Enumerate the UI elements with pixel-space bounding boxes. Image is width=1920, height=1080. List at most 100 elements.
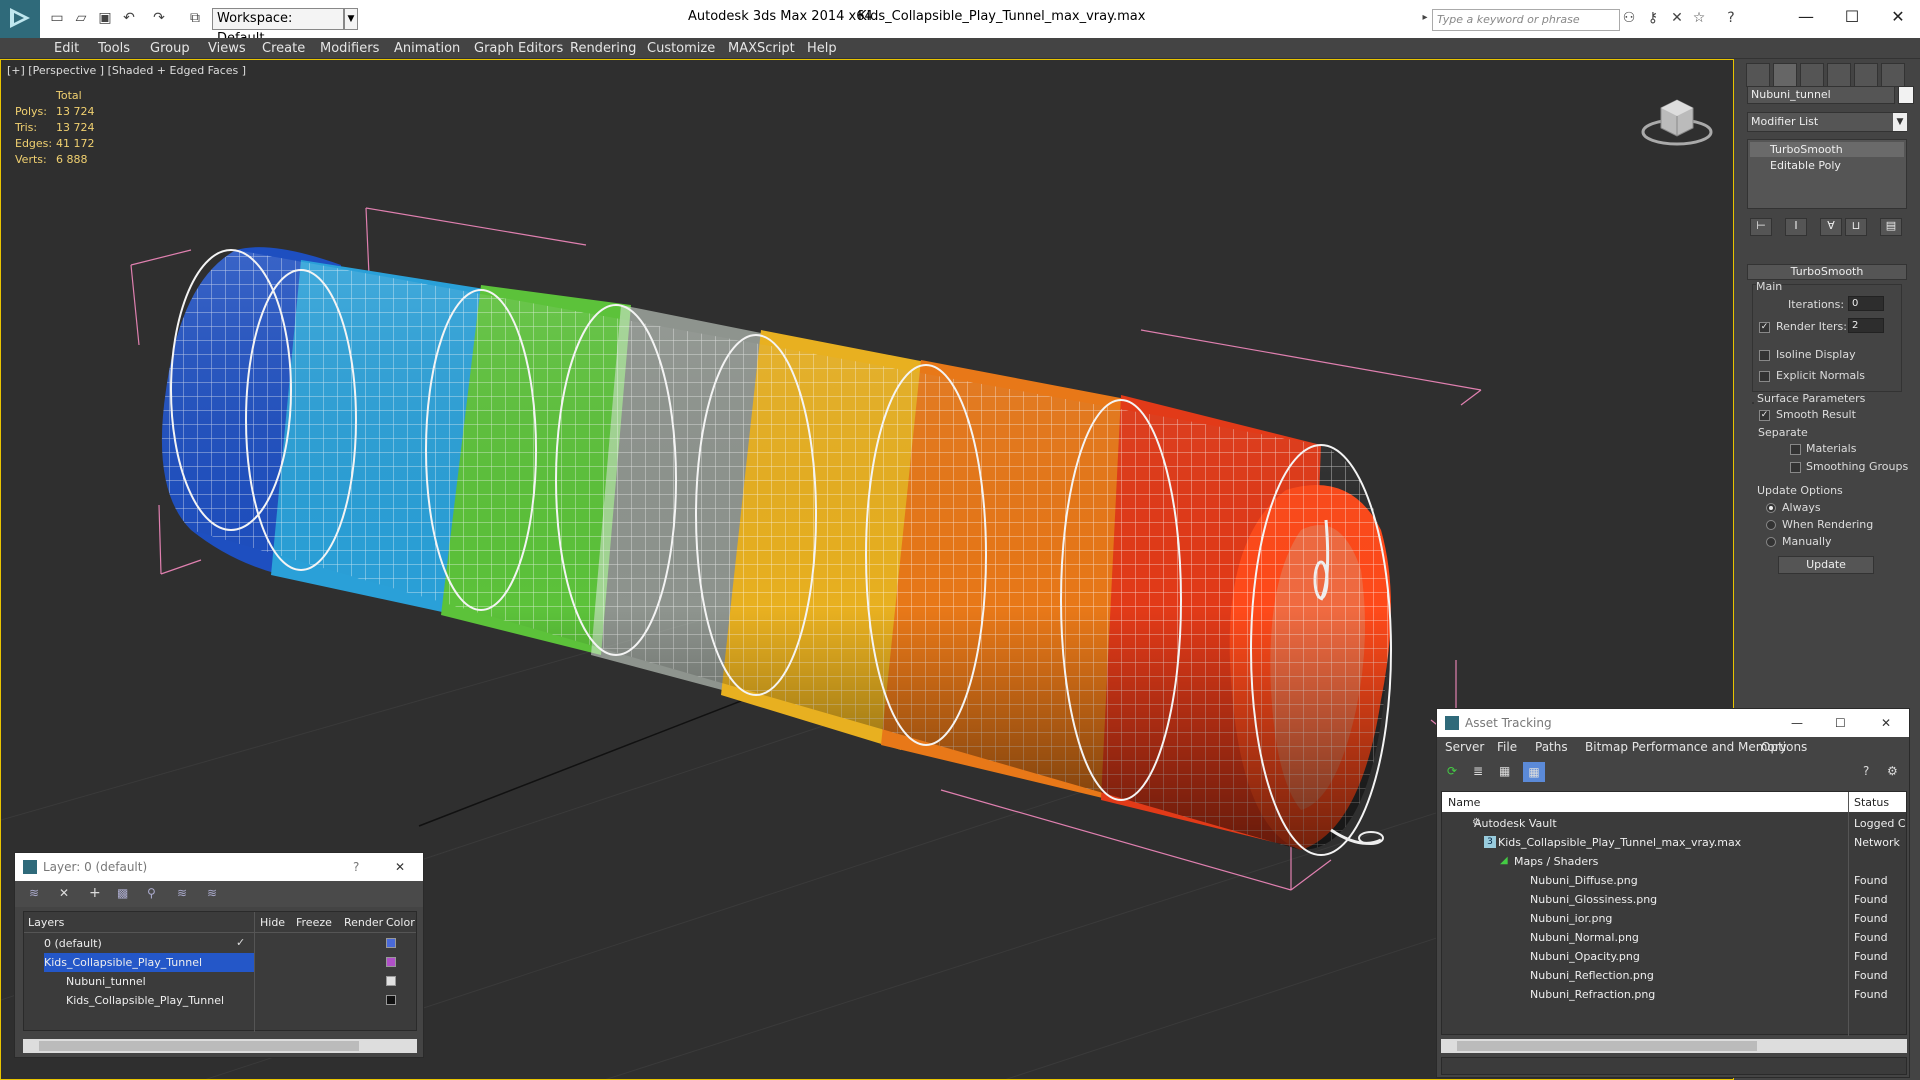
thumbnail-view-icon[interactable]: ▦ — [1499, 764, 1510, 778]
binoculars-icon[interactable]: ⚇ — [1620, 9, 1638, 27]
motion-tab-icon[interactable] — [1827, 63, 1851, 87]
asset-row[interactable]: Nubuni_Glossiness.png — [1530, 890, 1657, 909]
object-name-field[interactable]: Nubuni_tunnel — [1747, 86, 1895, 104]
manually-radio[interactable] — [1766, 537, 1776, 547]
menu-group[interactable]: Group — [150, 41, 190, 56]
asset-row[interactable]: Nubuni_Opacity.png — [1530, 947, 1640, 966]
asset-panel-header[interactable]: Asset Tracking — ☐ ✕ — [1437, 709, 1909, 737]
update-button[interactable]: Update — [1778, 556, 1874, 574]
minimize-button[interactable]: — — [1786, 4, 1826, 30]
menu-rendering[interactable]: Rendering — [570, 41, 636, 56]
layer-color-swatch[interactable] — [386, 976, 396, 986]
new-layer-icon[interactable]: ≋ — [29, 886, 39, 900]
asset-row[interactable]: Kids_Collapsible_Play_Tunnel_max_vray.ma… — [1498, 833, 1741, 852]
refresh-icon[interactable]: ⟳ — [1447, 764, 1457, 778]
layer-row[interactable]: Kids_Collapsible_Play_Tunnel — [66, 991, 252, 1010]
asset-row[interactable]: Nubuni_Reflection.png — [1530, 966, 1654, 985]
menu-maxscript[interactable]: MAXScript — [728, 41, 795, 56]
hierarchy-tab-icon[interactable] — [1800, 63, 1824, 87]
delete-layer-icon[interactable]: ✕ — [59, 886, 69, 900]
table-view-icon[interactable]: ▦ — [1523, 762, 1545, 782]
render-iters-checkbox[interactable]: ✓ — [1759, 322, 1770, 333]
explicit-normals-checkbox[interactable] — [1759, 371, 1770, 382]
search-expand-icon[interactable]: ▸ — [1420, 9, 1430, 27]
help-icon[interactable]: ? — [353, 853, 359, 881]
menu-tools[interactable]: Tools — [98, 41, 130, 56]
asset-menu-options[interactable]: Options — [1761, 740, 1807, 754]
menu-edit[interactable]: Edit — [54, 41, 79, 56]
asset-path-field[interactable] — [1441, 1057, 1907, 1075]
materials-checkbox[interactable] — [1790, 444, 1801, 455]
col-render[interactable]: Render — [344, 916, 383, 929]
keyword-search-input[interactable]: Type a keyword or phrase — [1432, 9, 1620, 31]
star-icon[interactable]: ☆ — [1690, 9, 1708, 27]
asset-row[interactable]: Autodesk Vault — [1474, 814, 1557, 833]
show-end-result-icon[interactable]: I — [1785, 218, 1807, 236]
current-layer-check-icon[interactable]: ✓ — [236, 936, 245, 949]
always-radio[interactable] — [1766, 503, 1776, 513]
asset-menu-file[interactable]: File — [1497, 740, 1517, 754]
undo-icon[interactable]: ↶ — [120, 9, 138, 27]
layer-panel-header[interactable]: Layer: 0 (default) ? ✕ — [15, 853, 423, 881]
asset-row[interactable]: Nubuni_Refraction.png — [1530, 985, 1655, 1004]
asset-row[interactable]: Nubuni_ior.png — [1530, 909, 1612, 928]
menu-animation[interactable]: Animation — [394, 41, 460, 56]
key-icon[interactable]: ⚷ — [1644, 9, 1662, 27]
modify-tab-icon[interactable] — [1773, 63, 1797, 87]
maximize-button[interactable]: ☐ — [1832, 4, 1872, 30]
isoline-display-checkbox[interactable] — [1759, 350, 1770, 361]
layer-color-swatch[interactable] — [386, 957, 396, 967]
menu-modifiers[interactable]: Modifiers — [320, 41, 379, 56]
help-icon[interactable]: ? — [1722, 9, 1740, 27]
asset-menu-bitmap[interactable]: Bitmap Performance and Memory — [1585, 740, 1787, 754]
when-rendering-radio[interactable] — [1766, 520, 1776, 530]
make-unique-icon[interactable]: ∀ — [1820, 218, 1842, 236]
turbosmooth-rollout-header[interactable]: TurboSmooth — [1747, 264, 1907, 280]
layer-row[interactable]: Nubuni_tunnel — [66, 972, 252, 991]
close-icon[interactable]: ✕ — [395, 853, 405, 881]
app-logo-icon[interactable] — [0, 0, 40, 38]
asset-row[interactable]: Maps / Shaders — [1514, 852, 1598, 871]
layer-scrollbar[interactable] — [23, 1039, 417, 1053]
freeze-all-icon[interactable]: ≋ — [207, 886, 217, 900]
menu-help[interactable]: Help — [807, 41, 837, 56]
create-tab-icon[interactable] — [1746, 63, 1770, 87]
redo-icon[interactable]: ↷ — [150, 9, 168, 27]
save-icon[interactable]: ▣ — [96, 9, 114, 27]
new-file-icon[interactable]: ▭ — [48, 9, 66, 27]
asset-row[interactable]: Nubuni_Diffuse.png — [1530, 871, 1638, 890]
col-name[interactable]: Name — [1448, 796, 1480, 809]
stack-item-turbosmooth[interactable]: TurboSmooth — [1750, 142, 1904, 157]
pin-stack-icon[interactable]: ⊢ — [1750, 218, 1772, 236]
asset-scrollbar[interactable] — [1441, 1039, 1907, 1053]
col-status[interactable]: Status — [1854, 796, 1889, 809]
minimize-icon[interactable]: — — [1791, 709, 1803, 737]
remove-modifier-icon[interactable]: ⊔ — [1845, 218, 1867, 236]
close-icon[interactable]: ✕ — [1881, 709, 1891, 737]
workspace-dropdown[interactable]: Workspace: Default — [212, 8, 344, 46]
col-layers[interactable]: Layers — [28, 916, 64, 929]
asset-menu-paths[interactable]: Paths — [1535, 740, 1568, 754]
menu-views[interactable]: Views — [208, 41, 246, 56]
select-in-layer-icon[interactable]: ▩ — [117, 886, 128, 900]
close-button[interactable]: ✕ — [1878, 4, 1918, 30]
settings-icon[interactable]: ⚙ — [1887, 764, 1898, 778]
menu-create[interactable]: Create — [262, 41, 305, 56]
menu-graph-editors[interactable]: Graph Editors — [474, 41, 563, 56]
configure-sets-icon[interactable]: ▤ — [1880, 218, 1902, 236]
chevron-down-icon[interactable]: ▼ — [344, 8, 358, 30]
project-folder-icon[interactable]: ⧉ — [186, 9, 204, 27]
iterations-spinner[interactable]: 0 — [1848, 296, 1884, 311]
smooth-result-checkbox[interactable]: ✓ — [1759, 410, 1770, 421]
object-color-swatch[interactable] — [1898, 86, 1914, 104]
smoothing-groups-checkbox[interactable] — [1790, 462, 1801, 473]
asset-row[interactable]: Nubuni_Normal.png — [1530, 928, 1639, 947]
layer-color-swatch[interactable] — [386, 938, 396, 948]
maximize-icon[interactable]: ☐ — [1835, 709, 1846, 737]
stack-item-editable-poly[interactable]: Editable Poly — [1750, 158, 1904, 173]
highlight-layer-icon[interactable]: ⚲ — [147, 886, 156, 900]
add-to-layer-icon[interactable]: + — [89, 885, 101, 901]
help-icon[interactable]: ? — [1863, 764, 1869, 778]
modifier-list-dropdown[interactable]: Modifier List — [1747, 112, 1907, 132]
list-view-icon[interactable]: ≣ — [1473, 764, 1483, 778]
